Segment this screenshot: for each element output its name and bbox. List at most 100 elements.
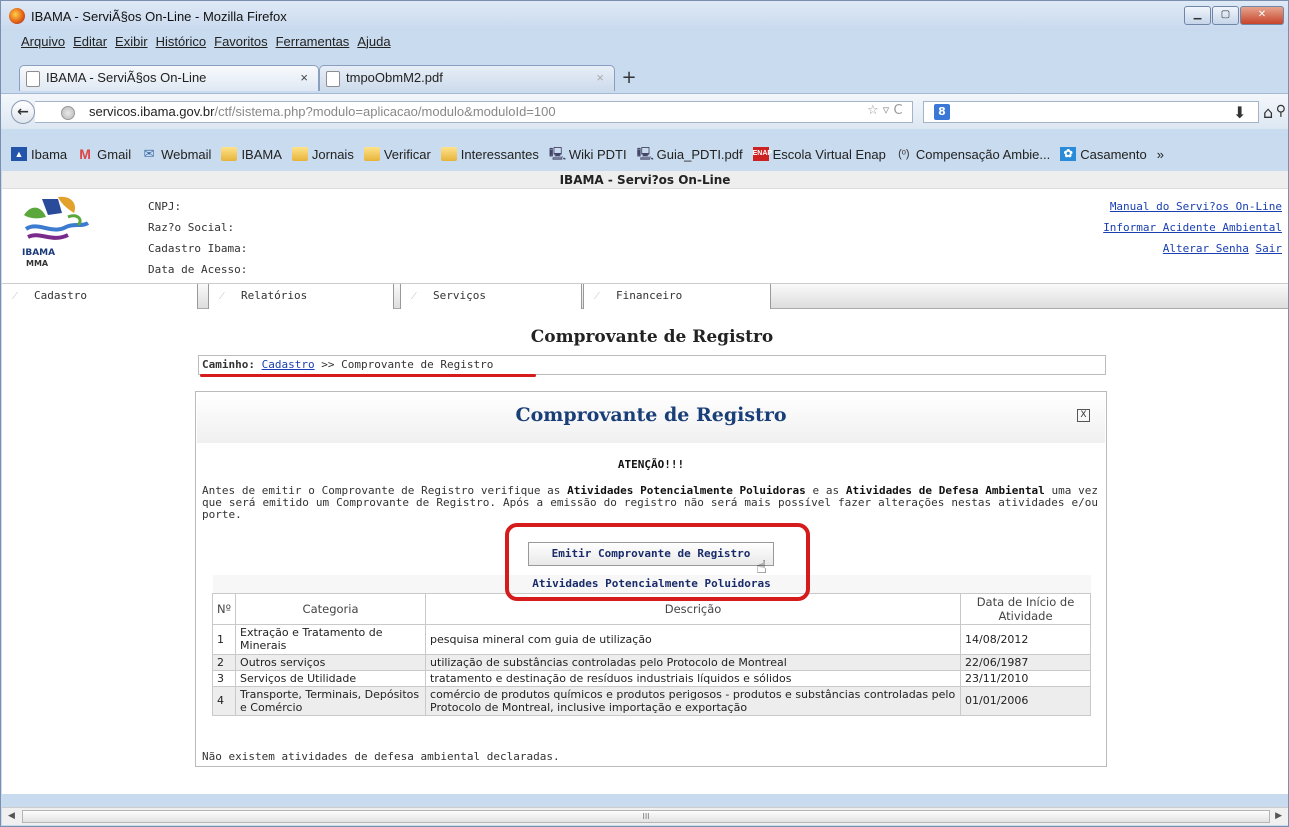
cell-descricao: utilização de substâncias controladas pe… xyxy=(425,653,962,671)
bookmark-label: Compensação Ambie... xyxy=(915,146,1051,162)
home-icon[interactable]: ⌂ xyxy=(1263,103,1273,122)
ibama-logo: IBAMA MMA xyxy=(18,193,98,271)
breadcrumb-current: >> Comprovante de Registro xyxy=(314,358,494,371)
folder-icon xyxy=(363,147,380,161)
bookmark-item[interactable]: Verificar xyxy=(363,146,431,162)
cell-data: 22/06/1987 xyxy=(960,653,1091,671)
menu-financeiro[interactable]: ⁄ Financeiro xyxy=(583,284,771,309)
bookmark-item[interactable]: ENAP Escola Virtual Enap xyxy=(752,146,886,162)
tab-pdf[interactable]: tmpoObmM2.pdf × xyxy=(319,65,615,91)
menu-servicos[interactable]: ⁄ Serviços xyxy=(400,284,582,309)
tab-close-icon[interactable]: × xyxy=(300,66,308,90)
menu-exibir[interactable]: Exibir xyxy=(115,31,148,53)
folder-icon xyxy=(221,147,238,161)
bookmark-item[interactable]: Jornais xyxy=(291,146,354,162)
back-button[interactable]: ← xyxy=(11,100,35,124)
breadcrumb-link-cadastro[interactable]: Cadastro xyxy=(262,358,315,371)
bookmark-item[interactable]: ▲ Ibama xyxy=(11,147,67,162)
tab-close-icon[interactable]: × xyxy=(596,66,604,90)
menu-label: Serviços xyxy=(433,289,486,302)
bookmark-item[interactable]: ✿ Casamento xyxy=(1060,147,1147,162)
window-title: IBAMA - ServiÃ§os On-Line - Mozilla Fire… xyxy=(31,9,287,24)
tab-label: IBAMA - ServiÃ§os On-Line xyxy=(46,70,207,85)
data-acesso-label: Data de Acesso: xyxy=(148,263,248,276)
panel-close-icon[interactable]: X xyxy=(1077,409,1090,422)
cnpj-label: CNPJ: xyxy=(148,200,182,213)
bookmark-item[interactable]: (ᵒ) Compensação Ambie... xyxy=(896,147,1050,162)
monitor-icon: 🖳 xyxy=(636,146,654,161)
panel-title: Comprovante de Registro xyxy=(515,404,787,426)
minimize-button[interactable]: ▁ xyxy=(1184,6,1211,25)
wifi-icon: (ᵒ) xyxy=(898,148,910,160)
horizontal-scrollbar[interactable]: ◀ III ▶ xyxy=(2,807,1288,825)
cell-n: 4 xyxy=(211,685,237,716)
menu-marker-icon: ⁄ xyxy=(413,289,415,302)
maximize-button[interactable]: ▢ xyxy=(1212,6,1239,25)
new-tab-button[interactable]: + xyxy=(617,67,641,91)
menu-label: Financeiro xyxy=(616,289,683,302)
bookmark-label: Escola Virtual Enap xyxy=(772,146,886,162)
bookmark-item[interactable]: M Gmail xyxy=(77,147,131,162)
search-box[interactable]: 8 ⚲ xyxy=(923,101,1286,123)
page-icon xyxy=(26,71,40,87)
menu-ajuda[interactable]: Ajuda xyxy=(357,31,390,53)
scrollbar-thumb[interactable]: III xyxy=(22,810,1270,823)
main-menu: ⁄ Cadastro ⁄ Relatórios ⁄ Serviços ⁄ Finance… xyxy=(2,283,1288,309)
bookmark-label: Wiki PDTI xyxy=(568,146,627,162)
user-info: CNPJ: Raz?o Social: Cadastro Ibama: Data… xyxy=(148,196,247,280)
menu-editar[interactable]: Editar xyxy=(73,31,107,53)
acidente-link[interactable]: Informar Acidente Ambiental xyxy=(1103,221,1282,234)
menu-marker-icon: ⁄ xyxy=(14,289,16,302)
table-row: 1 Extração e Tratamento de Minerais pesq… xyxy=(211,623,1091,655)
page-icon xyxy=(326,71,340,87)
url-bar[interactable]: servicos.ibama.gov.br/ctf/sistema.php?mo… xyxy=(35,101,913,123)
cadastro-ibama-label: Cadastro Ibama: xyxy=(148,242,248,255)
menu-arquivo[interactable]: Arquivo xyxy=(21,31,65,53)
bookmark-star-icon[interactable]: ☆ ▿ C xyxy=(867,103,903,118)
menu-historico[interactable]: Histórico xyxy=(156,31,207,53)
menu-favoritos[interactable]: Favoritos xyxy=(214,31,267,53)
close-window-button[interactable]: ✕ xyxy=(1240,6,1284,25)
download-icon[interactable]: ⬇ xyxy=(1233,103,1246,122)
bookmark-item[interactable]: IBAMA xyxy=(221,147,282,162)
menu-ferramentas[interactable]: Ferramentas xyxy=(276,31,350,53)
cell-data: 01/01/2006 xyxy=(960,685,1091,716)
cell-data: 14/08/2012 xyxy=(960,623,1091,655)
bookmark-label: Ibama xyxy=(31,146,68,162)
bookmark-item[interactable]: Interessantes xyxy=(440,147,539,162)
firefox-icon xyxy=(9,8,25,24)
bookmark-label: Gmail xyxy=(97,146,132,162)
bookmark-label: Verificar xyxy=(383,146,431,162)
bookmark-item[interactable]: 🖳 Wiki PDTI xyxy=(549,147,627,162)
scroll-right-icon[interactable]: ▶ xyxy=(1275,811,1282,821)
logo-text: IBAMA xyxy=(22,248,56,258)
tab-ibama[interactable]: IBAMA - ServiÃ§os On-Line × xyxy=(19,65,319,91)
alterar-senha-link[interactable]: Alterar Senha xyxy=(1163,242,1249,255)
bookmark-item[interactable]: ✉ Webmail xyxy=(141,147,212,162)
menu-marker-icon: ⁄ xyxy=(596,289,598,302)
menu-relatorios[interactable]: ⁄ Relatórios xyxy=(208,284,394,309)
bookmark-label: Guia_PDTI.pdf xyxy=(656,146,743,162)
table-row: 3 Serviços de Utilidade tratamento e des… xyxy=(211,669,1091,687)
warning-text: Antes de emitir o Comprovante de Registr… xyxy=(202,485,1098,521)
sair-link[interactable]: Sair xyxy=(1256,242,1283,255)
bookmark-item[interactable]: 🖳 Guia_PDTI.pdf xyxy=(637,147,743,162)
cell-n: 2 xyxy=(211,653,237,671)
logo-subtext: MMA xyxy=(26,259,49,268)
cell-data: 23/11/2010 xyxy=(960,669,1091,687)
comprovante-panel: Comprovante de Registro X ATENÇÃO!!! Ant… xyxy=(195,391,1107,767)
scroll-left-icon[interactable]: ◀ xyxy=(8,811,15,821)
search-icon[interactable]: ⚲ xyxy=(1276,103,1286,119)
table-row: 4 Transporte, Terminais, Depósitos e Com… xyxy=(211,685,1091,716)
ibama-icon: ▲ xyxy=(11,147,27,161)
column-header: Data de Início de Atividade xyxy=(960,592,1091,625)
bookmark-label: Jornais xyxy=(311,146,354,162)
menu-cadastro[interactable]: ⁄ Cadastro xyxy=(2,284,198,309)
no-defesa-message: Não existem atividades de defesa ambient… xyxy=(202,750,560,763)
bookmarks-more-button[interactable]: » xyxy=(1157,147,1164,162)
casamento-icon: ✿ xyxy=(1060,147,1077,161)
browser-window: IBAMA - ServiÃ§os On-Line - Mozilla Fire… xyxy=(0,0,1289,827)
cell-categoria: Serviços de Utilidade xyxy=(235,669,427,687)
window-controls: ▁ ▢ ✕ xyxy=(1183,6,1284,26)
manual-link[interactable]: Manual do Servi?os On-Line xyxy=(1110,200,1282,213)
